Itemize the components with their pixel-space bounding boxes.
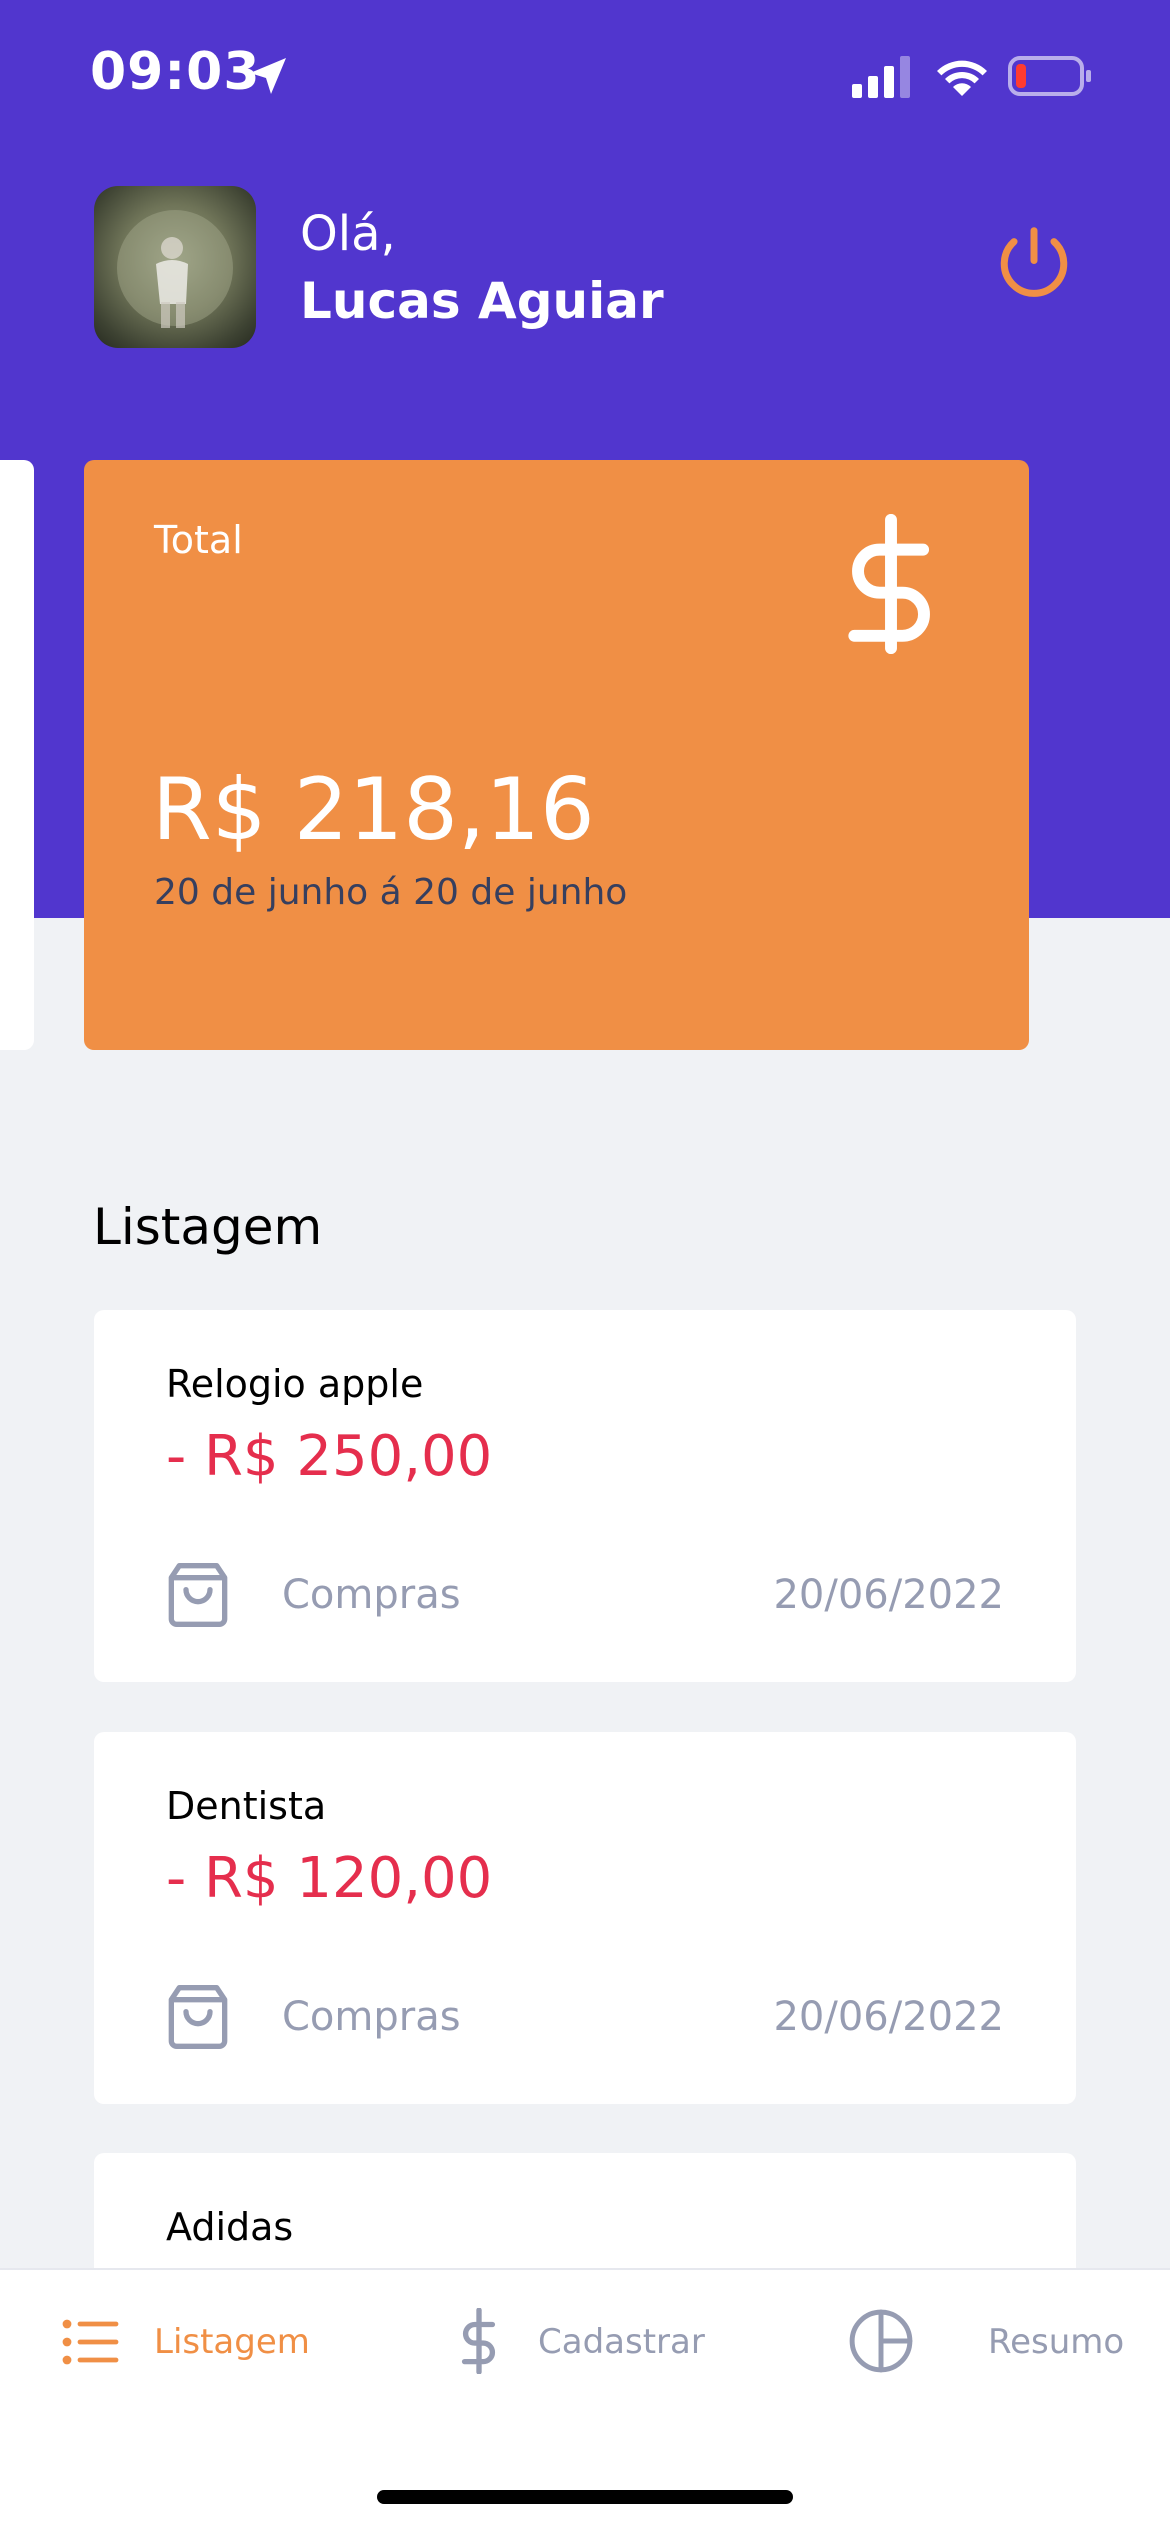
wifi-icon — [937, 60, 987, 96]
transaction-amount: - R$ 250,00 — [166, 1424, 493, 1489]
shopping-bag-icon — [168, 1984, 228, 2049]
status-time: 09:03 — [90, 42, 261, 102]
total-summary-card[interactable]: Total R$ 218,16 20 de junho á 20 de junh… — [84, 460, 1029, 1050]
transaction-date: 20/06/2022 — [773, 1994, 1004, 2040]
transaction-card[interactable]: Dentista - R$ 120,00 Compras 20/06/2022 — [94, 1732, 1076, 2104]
location-arrow-icon — [250, 58, 286, 94]
tab-label: Listagem — [154, 2322, 310, 2362]
total-amount: R$ 218,16 — [152, 760, 595, 860]
tab-resumo[interactable]: Resumo — [840, 2270, 1140, 2420]
user-name: Lucas Aguiar — [300, 272, 664, 330]
app-screen: 09:03 Olá, Lucas Aguiar Total R$ 218,16 … — [0, 0, 1170, 2532]
pie-chart-icon — [849, 2309, 913, 2373]
dollar-sign-icon — [461, 2308, 496, 2374]
avatar[interactable] — [94, 186, 256, 348]
transaction-title: Adidas — [166, 2205, 294, 2249]
section-title: Listagem — [93, 1198, 323, 1256]
transaction-card[interactable]: Relogio apple - R$ 250,00 Compras 20/06/… — [94, 1310, 1076, 1682]
total-label: Total — [154, 518, 243, 562]
transaction-category: Compras — [282, 1994, 461, 2040]
previous-summary-card[interactable] — [0, 460, 34, 1050]
list-icon — [62, 2319, 119, 2365]
transaction-date: 20/06/2022 — [773, 1572, 1004, 1618]
tab-listagem[interactable]: Listagem — [40, 2270, 320, 2420]
shopping-bag-icon — [168, 1562, 228, 1627]
power-logout-button[interactable] — [992, 222, 1076, 306]
home-indicator[interactable] — [377, 2490, 793, 2504]
greeting-text: Olá, — [300, 206, 396, 262]
battery-icon — [1008, 56, 1091, 96]
avatar-photo — [117, 210, 233, 328]
tab-cadastrar[interactable]: Cadastrar — [440, 2270, 720, 2420]
transaction-title: Dentista — [166, 1784, 327, 1828]
cellular-signal-icon — [852, 56, 910, 98]
tab-label: Resumo — [988, 2322, 1125, 2362]
transaction-amount: - R$ 120,00 — [166, 1846, 493, 1911]
total-period: 20 de junho á 20 de junho — [154, 872, 628, 913]
tab-label: Cadastrar — [538, 2322, 705, 2362]
transaction-title: Relogio apple — [166, 1362, 424, 1406]
transaction-category: Compras — [282, 1572, 461, 1618]
dollar-icon — [848, 514, 930, 654]
